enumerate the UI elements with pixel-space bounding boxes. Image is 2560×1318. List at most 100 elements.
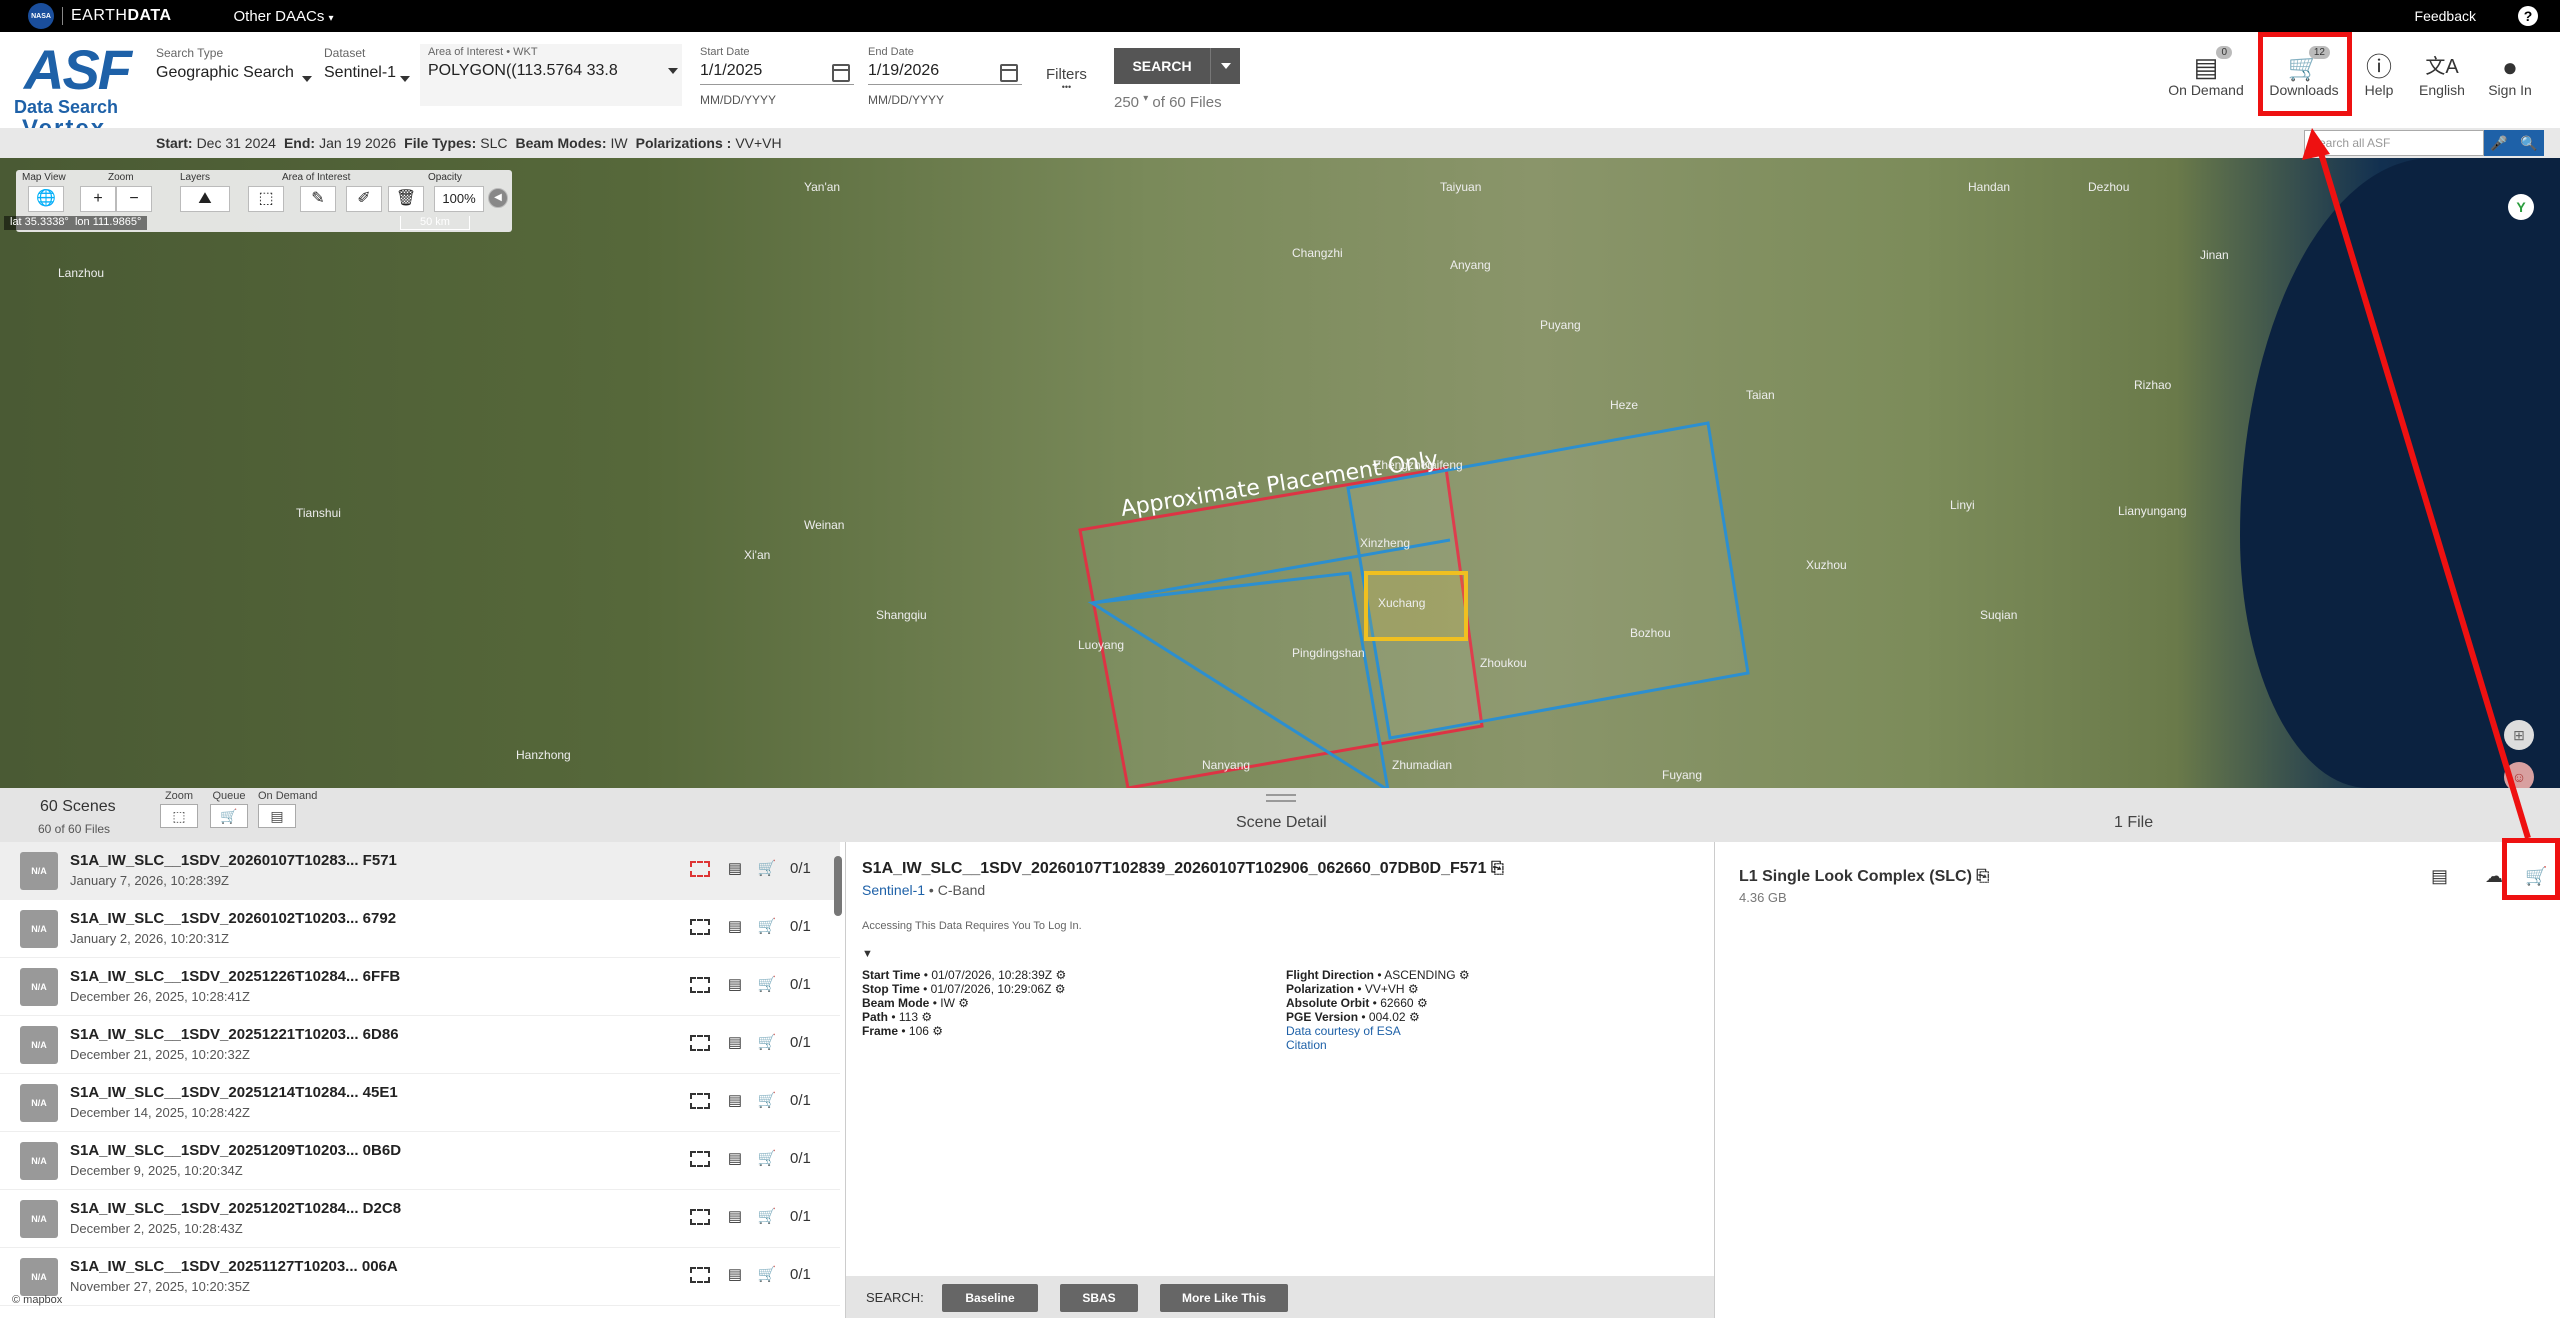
on-demand-icon[interactable]: ▤	[724, 916, 746, 938]
gear-icon[interactable]: ⚙	[1055, 968, 1066, 982]
scene-thumbnail[interactable]: N/A	[20, 1258, 58, 1296]
search-type-select[interactable]: Search Type Geographic Search	[156, 46, 316, 86]
language-button[interactable]: 文A English	[2414, 52, 2470, 98]
cart-icon[interactable]: 🛒	[756, 916, 778, 938]
draw-icon[interactable]: ✎	[300, 186, 336, 212]
scene-row[interactable]: N/A S1A_IW_SLC__1SDV_20251202T10284... D2…	[0, 1190, 840, 1248]
edit-icon[interactable]: ✐	[346, 186, 382, 212]
other-daacs-menu[interactable]: Other DAACs ▾	[234, 8, 334, 25]
baseline-button[interactable]: Baseline	[942, 1284, 1038, 1312]
zoom-to-results[interactable]: Zoom ⬚	[160, 790, 198, 828]
queue-all[interactable]: Queue 🛒	[210, 790, 248, 828]
cart-icon[interactable]: 🛒	[756, 1090, 778, 1112]
scene-row[interactable]: N/A S1A_IW_SLC__1SDV_20251226T10284... 6F…	[0, 958, 840, 1016]
on-demand-icon[interactable]: ▤	[724, 1148, 746, 1170]
y-app-icon[interactable]: Y	[2508, 194, 2534, 220]
copy-link-icon[interactable]: ⎘	[1976, 868, 1989, 885]
on-demand-icon[interactable]: ▤	[724, 1032, 746, 1054]
dataset-select[interactable]: Dataset Sentinel-1	[324, 46, 414, 86]
start-date-field[interactable]: Start Date 1/1/2025 MM/DD/YYYY	[700, 46, 854, 107]
scene-thumbnail[interactable]: N/A	[20, 968, 58, 1006]
citation-link[interactable]: Citation	[1286, 1038, 1401, 1052]
gear-icon[interactable]: ⚙	[958, 996, 969, 1010]
aoi-input[interactable]: POLYGON((113.5764 33.8	[428, 62, 674, 84]
scene-row[interactable]: N/A S1A_IW_SLC__1SDV_20251221T10203... 6D…	[0, 1016, 840, 1074]
aoi-box-icon[interactable]: ⬚	[248, 186, 284, 212]
cart-icon[interactable]: 🛒	[756, 1264, 778, 1286]
on-demand-icon[interactable]: ▤	[724, 1206, 746, 1228]
filters-button[interactable]: Filters •••	[1046, 66, 1087, 92]
sbas-button[interactable]: SBAS	[1060, 1284, 1138, 1312]
gear-icon[interactable]: ⚙	[1055, 982, 1066, 996]
add-widget-icon[interactable]: ⊞	[2504, 720, 2534, 750]
opacity-value[interactable]: 100%	[434, 186, 484, 212]
help-icon[interactable]: ?	[2518, 6, 2538, 26]
platform-link[interactable]: Sentinel-1	[862, 882, 925, 898]
end-date-input[interactable]: 1/19/2026	[868, 62, 1022, 85]
cart-icon[interactable]: 🛒	[756, 1032, 778, 1054]
scene-row[interactable]: N/A S1A_IW_SLC__1SDV_20251214T10284... 45…	[0, 1074, 840, 1132]
on-demand-all[interactable]: On Demand ▤	[258, 790, 317, 828]
start-date-input[interactable]: 1/1/2025	[700, 62, 854, 85]
on-demand-icon[interactable]: ▤	[724, 1264, 746, 1286]
expand-toggle-icon[interactable]: ▼	[862, 948, 873, 960]
gear-icon[interactable]: ⚙	[1408, 982, 1419, 996]
feedback-link[interactable]: Feedback	[2415, 8, 2476, 24]
globe-icon[interactable]: 🌐	[28, 186, 64, 212]
zoom-to-scene-icon[interactable]	[690, 919, 710, 935]
scene-thumbnail[interactable]: N/A	[20, 1026, 58, 1064]
gear-icon[interactable]: ⚙	[932, 1024, 943, 1038]
zoom-extent-icon[interactable]: ⬚	[160, 804, 198, 828]
cart-icon[interactable]: 🛒	[210, 804, 248, 828]
on-demand-icon[interactable]: ▤	[724, 858, 746, 880]
copy-icon[interactable]: ⎘	[1491, 860, 1504, 877]
search-icon[interactable]: 🔍	[2514, 130, 2544, 156]
cart-icon[interactable]: 🛒	[756, 1148, 778, 1170]
on-demand-icon[interactable]: ▤	[724, 974, 746, 996]
calendar-icon[interactable]	[1000, 64, 1018, 82]
gear-icon[interactable]: ⚙	[921, 1010, 932, 1024]
zoom-out-icon[interactable]: −	[116, 186, 152, 212]
aoi-field[interactable]: Area of Interest • WKT POLYGON((113.5764…	[420, 44, 682, 106]
scene-thumbnail[interactable]: N/A	[20, 1084, 58, 1122]
asf-search-input[interactable]: Search all ASF	[2304, 130, 2484, 156]
cart-icon[interactable]: 🛒	[756, 974, 778, 996]
zoom-to-scene-icon[interactable]	[690, 1035, 710, 1051]
zoom-to-scene-icon[interactable]	[690, 1151, 710, 1167]
on-demand-button[interactable]: ▤ 0 On Demand	[2168, 46, 2244, 98]
download-icon[interactable]: ☁	[2485, 866, 2503, 887]
max-results[interactable]: 250 ▾ of 60 Files	[1114, 93, 1222, 111]
zoom-to-scene-icon[interactable]	[690, 1209, 710, 1225]
scene-thumbnail[interactable]: N/A	[20, 910, 58, 948]
search-button[interactable]: SEARCH	[1114, 48, 1240, 84]
sign-in-button[interactable]: ● Sign In	[2480, 52, 2540, 98]
earthdata-logo[interactable]: EARTHDATA	[71, 7, 172, 25]
end-date-field[interactable]: End Date 1/19/2026 MM/DD/YYYY	[868, 46, 1022, 107]
on-demand-icon[interactable]: ▤	[724, 1090, 746, 1112]
gear-icon[interactable]: ⚙	[1409, 1010, 1420, 1024]
calendar-icon[interactable]	[832, 64, 850, 82]
collapse-icon[interactable]: ◀	[488, 188, 508, 208]
delete-icon[interactable]: 🗑	[388, 186, 424, 212]
cart-icon[interactable]: 🛒	[756, 1206, 778, 1228]
zoom-to-scene-icon[interactable]	[690, 977, 710, 993]
scene-row[interactable]: N/A S1A_IW_SLC__1SDV_20251209T10203... 0B…	[0, 1132, 840, 1190]
scene-row[interactable]: N/A S1A_IW_SLC__1SDV_20251127T10203... 00…	[0, 1248, 840, 1306]
max-results-select[interactable]: 250	[1114, 94, 1139, 111]
map-view[interactable]: Approximate Placement Only Lanzhou Yan'an…	[0, 158, 2560, 788]
nasa-logo[interactable]: NASA	[28, 3, 54, 29]
on-demand-icon[interactable]: ▤	[2431, 866, 2448, 887]
on-demand-icon[interactable]: ▤	[258, 804, 296, 828]
gear-icon[interactable]: ⚙	[1459, 968, 1470, 982]
zoom-to-scene-icon[interactable]	[690, 861, 710, 877]
zoom-in-icon[interactable]: +	[80, 186, 116, 212]
gear-icon[interactable]: ⚙	[1417, 996, 1428, 1010]
scene-thumbnail[interactable]: N/A	[20, 1142, 58, 1180]
scene-row[interactable]: N/A S1A_IW_SLC__1SDV_20260107T10283... F5…	[0, 842, 840, 900]
more-like-this-button[interactable]: More Like This	[1160, 1284, 1288, 1312]
scene-thumbnail[interactable]: N/A	[20, 852, 58, 890]
scrollbar[interactable]	[834, 856, 842, 916]
scene-thumbnail[interactable]: N/A	[20, 1200, 58, 1238]
layers-icon[interactable]: ⛰	[180, 186, 230, 212]
zoom-to-scene-icon[interactable]	[690, 1267, 710, 1283]
